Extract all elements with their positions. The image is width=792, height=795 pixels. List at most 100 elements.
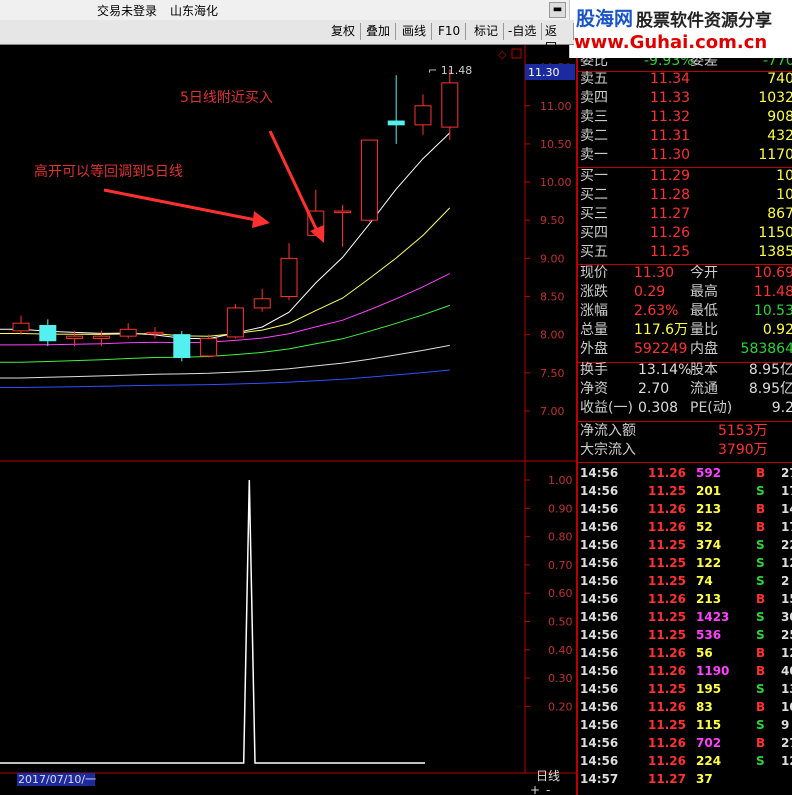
quote-cell: 11.26 <box>648 646 686 660</box>
diamond-icon[interactable]: ◇ <box>498 48 507 61</box>
overlay-button[interactable]: 叠加 <box>361 23 397 40</box>
indicator-line <box>0 479 425 764</box>
quote-cell: 0.92 <box>762 322 792 338</box>
quote-cell: 大宗流入 <box>580 442 636 458</box>
quote-cell: S <box>756 484 765 498</box>
quote-cell: 11.26 <box>648 502 686 516</box>
draw-line-button[interactable]: 画线 <box>397 23 433 40</box>
trade-tick-row: 14:56 11.25 201 S 17 <box>578 482 792 500</box>
quote-cell: 12 <box>781 556 792 570</box>
quote-cell: S <box>756 574 765 588</box>
back-button[interactable]: 返回 <box>540 23 574 55</box>
indicator-tick-label: 0.20 <box>548 700 573 713</box>
watermark-url: www.Guhai.com.cn <box>574 32 768 53</box>
quote-cell: 11.29 <box>650 168 691 184</box>
arrow-head-2 <box>252 211 270 228</box>
f10-button[interactable]: F10 <box>433 23 467 40</box>
quote-cell: 702 <box>696 736 722 750</box>
trade-tick-row: 14:56 11.26 224 S 12 <box>578 752 792 770</box>
period-label[interactable]: 日线 <box>536 769 560 783</box>
indicator-tick-label: 0.80 <box>548 531 573 544</box>
quote-cell: 14:56 <box>580 556 619 570</box>
quote-cell: 11.31 <box>650 128 691 144</box>
quote-cell: 14:56 <box>580 520 619 534</box>
quote-cell: 14:56 <box>580 484 619 498</box>
sell-level-row: 卖二 11.31 432 <box>578 127 792 146</box>
quote-cell: 14:56 <box>580 538 619 552</box>
quote-cell: 14:56 <box>580 646 619 660</box>
quote-cell: 13.14% <box>638 362 692 378</box>
trade-tick-row: 14:56 11.26 56 B 12 <box>578 644 792 662</box>
quote-cell: 11.25 <box>648 538 686 552</box>
quote-cell: B <box>756 520 766 534</box>
quote-cell: 1150 <box>758 225 792 241</box>
quote-cell: 213 <box>696 502 722 516</box>
quote-cell: B <box>756 502 766 516</box>
quote-cell: 592 <box>696 466 722 480</box>
quote-cell: 流通 <box>690 381 718 397</box>
quote-cell: 11.34 <box>650 71 691 87</box>
quote-cell: 卖二 <box>580 128 608 144</box>
quote-cell: 14:56 <box>580 736 619 750</box>
zoom-in-button[interactable]: + <box>530 783 540 795</box>
quote-cell: 374 <box>696 538 722 552</box>
quote-cell: 换手 <box>580 362 608 378</box>
quote-cell: 3790万 <box>718 442 768 458</box>
arrow-line-1 <box>268 130 320 234</box>
ma60-line <box>0 344 450 379</box>
ma10-line <box>0 207 451 337</box>
fuquan-button[interactable]: 复权 <box>326 23 362 40</box>
stat2-row: 收益(一) 0.308 PE(动) 9.2 <box>578 399 792 418</box>
quote-cell: 量比 <box>690 322 718 338</box>
trade-tick-row: 14:57 11.27 37 <box>578 770 792 788</box>
quote-cell: 0.29 <box>634 284 666 300</box>
quote-cell: B <box>756 664 766 678</box>
quote-cell: 外盘 <box>580 341 608 357</box>
quote-cell: 22 <box>781 538 792 552</box>
stat-row: 涨跌 0.29 最高 11.48 <box>578 283 792 302</box>
quote-cell: 净资 <box>580 381 608 397</box>
cursor-date: 2017/07/10/一 <box>18 773 96 786</box>
zoom-out-button[interactable]: - <box>546 783 550 795</box>
mark-button[interactable]: 标记 <box>469 23 505 40</box>
quote-cell: 14:56 <box>580 628 619 642</box>
watermark-brand: 股海网 <box>576 8 634 30</box>
price-tick-label: 7.50 <box>540 367 565 380</box>
arrow-line-2 <box>103 188 257 222</box>
trade-tick-row: 14:56 11.26 52 B 17 <box>578 518 792 536</box>
minimize-icon[interactable]: ▬ <box>549 2 566 18</box>
quote-cell: 83 <box>696 700 713 714</box>
stat2-row: 净资 2.70 流通 8.95亿 <box>578 380 792 399</box>
quote-cell: 56 <box>696 646 713 660</box>
quote-cell: B <box>756 736 766 750</box>
quote-cell: 14:56 <box>580 754 619 768</box>
quote-panel: 委比 -9.93% 委差 -770 卖五 11.34 740 卖四 11.33 1032 卖… <box>576 58 792 795</box>
quote-cell: 8.95亿 <box>748 381 792 397</box>
quote-cell: 卖四 <box>580 90 608 106</box>
quote-cell: 122 <box>696 556 722 570</box>
kline-chart-area[interactable]: ◇ 11.5011.0010.5010.009.509.008.508.007.… <box>0 45 576 795</box>
candle-body <box>226 307 244 338</box>
quote-cell: 买三 <box>580 206 608 222</box>
quote-cell: 11.25 <box>648 610 686 624</box>
remove-watchlist-button[interactable]: -自选 <box>503 23 543 40</box>
separator <box>578 462 792 463</box>
annotation-high-open: 高开可以等回调到5日线 <box>34 163 183 180</box>
box-icon[interactable] <box>511 48 522 59</box>
login-status: 交易未登录 <box>97 4 158 18</box>
price-tick-label: 8.50 <box>540 290 565 303</box>
trade-tick-row: 14:56 11.26 592 B 27 <box>578 464 792 482</box>
quote-cell: 10.53 <box>753 303 792 319</box>
trade-tick-row: 14:56 11.26 83 B 10 <box>578 698 792 716</box>
quote-cell: 14:56 <box>580 664 619 678</box>
quote-cell: 25 <box>781 628 792 642</box>
quote-cell: 今开 <box>690 265 718 281</box>
quote-cell: 10 <box>776 187 792 203</box>
trade-tick-row: 14:56 11.26 702 B 27 <box>578 734 792 752</box>
quote-cell: 37 <box>696 772 713 786</box>
quote-cell: 213 <box>696 592 722 606</box>
quote-cell: B <box>756 646 766 660</box>
quote-cell: 17 <box>781 520 792 534</box>
quote-cell: 195 <box>696 682 722 696</box>
quote-cell: 11.26 <box>648 664 686 678</box>
